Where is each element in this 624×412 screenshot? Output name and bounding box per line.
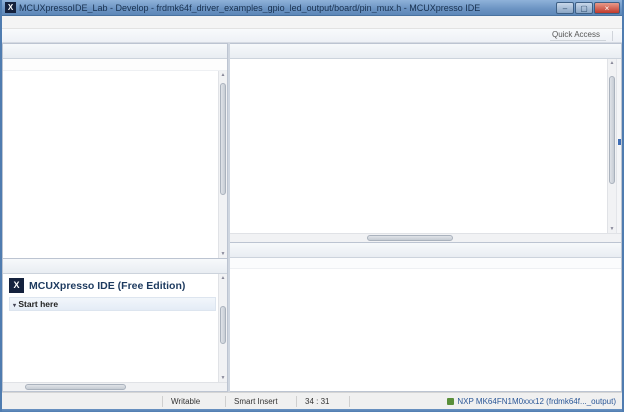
close-button[interactable]: × [594, 2, 620, 14]
project-explorer-panel: ▲ ▼ [2, 43, 228, 259]
minimize-button[interactable]: – [556, 2, 574, 14]
project-tree-scrollbar[interactable]: ▲ ▼ [218, 71, 227, 258]
scroll-up-icon[interactable]: ▲ [219, 275, 227, 281]
current-line-marker [618, 139, 622, 145]
target-status-icon [447, 398, 454, 405]
editor-tabbar [230, 44, 621, 59]
editor-hscrollbar[interactable] [230, 233, 621, 242]
quickstart-panel: X MCUXpresso IDE (Free Edition) ▾ Start … [2, 259, 228, 392]
scroll-down-icon[interactable]: ▼ [608, 226, 616, 232]
console-output[interactable] [230, 269, 621, 391]
menu-bar [2, 16, 622, 29]
code-editor[interactable] [230, 59, 607, 233]
quickstart-hscrollbar[interactable] [3, 382, 227, 391]
quickstart-scrollbar[interactable]: ▲ ▼ [218, 274, 227, 382]
scroll-up-icon[interactable]: ▲ [608, 60, 616, 66]
start-here-section[interactable]: ▾ Start here [9, 297, 216, 311]
main-toolbar: Quick Access [2, 29, 622, 43]
console-toolbar [230, 258, 621, 269]
quickstart-content: X MCUXpresso IDE (Free Edition) ▾ Start … [3, 274, 218, 382]
target-device[interactable]: NXP MK64FN1M0xxx12 (frdmk64f..._output) [457, 397, 616, 406]
status-bar: Writable Smart Insert 34 : 31 NXP MK64FN… [2, 392, 622, 409]
quickstart-title: MCUXpresso IDE (Free Edition) [29, 280, 185, 292]
maximize-button[interactable]: ▢ [575, 2, 593, 14]
editor-panel: ▲ ▼ [230, 43, 622, 243]
overview-ruler [616, 59, 621, 233]
writable-status: Writable [163, 397, 225, 406]
editor-scrollbar[interactable]: ▲ ▼ [607, 59, 616, 233]
cursor-position: 34 : 31 [297, 397, 349, 406]
console-panel [230, 243, 622, 392]
mcuxpresso-window: X MCUXpressoIDE_Lab - Develop - frdmk64f… [0, 0, 624, 412]
scroll-up-icon[interactable]: ▲ [219, 72, 227, 78]
console-tabbar [230, 243, 621, 258]
quickstart-tabbar [3, 259, 227, 274]
scroll-down-icon[interactable]: ▼ [219, 251, 227, 257]
mcuxpresso-logo-icon: X [9, 278, 24, 293]
window-title: MCUXpressoIDE_Lab - Develop - frdmk64f_d… [19, 3, 552, 13]
section-collapse-icon: ▾ [13, 303, 16, 309]
title-bar: X MCUXpressoIDE_Lab - Develop - frdmk64f… [2, 0, 622, 16]
quick-access-input[interactable]: Quick Access [550, 30, 606, 41]
scroll-down-icon[interactable]: ▼ [219, 375, 227, 381]
project-explorer-toolbar [3, 59, 227, 71]
app-logo-icon: X [5, 2, 16, 13]
insert-mode-status: Smart Insert [226, 397, 296, 406]
project-explorer-tabbar [3, 44, 227, 59]
project-tree[interactable] [3, 71, 218, 258]
